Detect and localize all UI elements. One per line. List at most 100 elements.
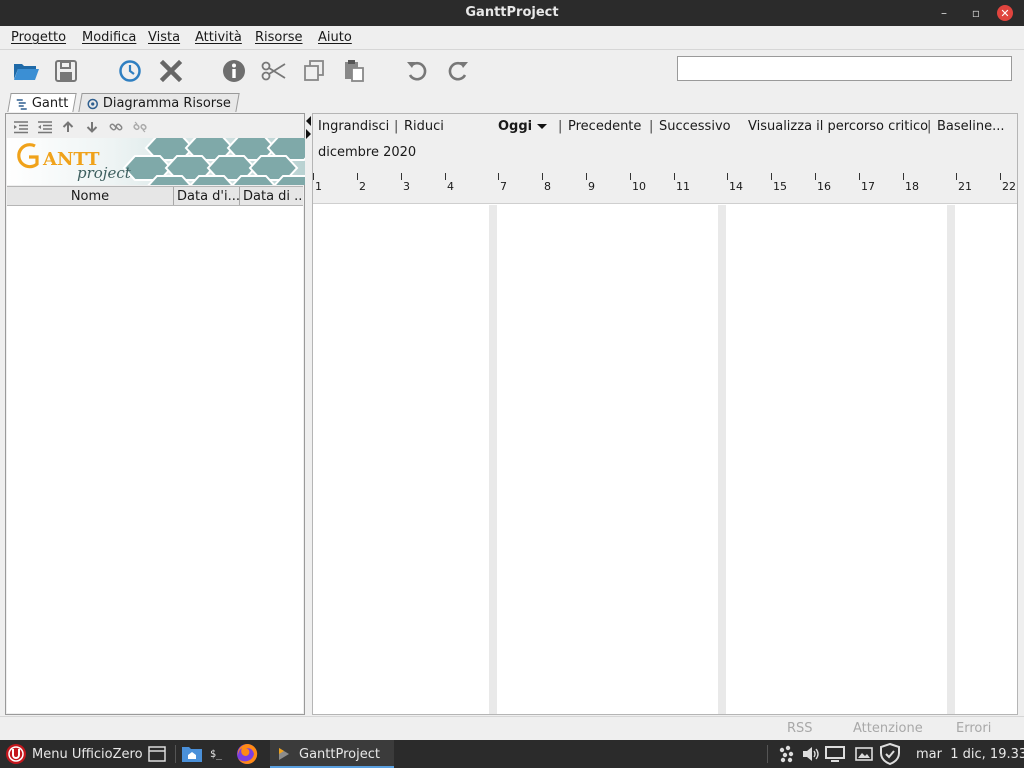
timeline-day-label: 10 xyxy=(632,180,646,193)
undo-icon[interactable] xyxy=(402,56,432,86)
next-button[interactable]: Successivo xyxy=(659,119,731,134)
delete-icon[interactable] xyxy=(156,56,186,86)
svg-text:project: project xyxy=(77,164,132,182)
task-toolbar xyxy=(6,114,304,138)
weekend-column xyxy=(718,205,726,714)
volume-icon[interactable] xyxy=(802,740,820,768)
timeline-day-label: 16 xyxy=(817,180,831,193)
ganttproject-logo: ANTT project xyxy=(7,138,305,185)
timeline-day-label: 1 xyxy=(315,180,322,193)
timeline-day-tick xyxy=(859,173,860,180)
indent-icon[interactable] xyxy=(36,118,54,136)
chart-toolbar: Ingrandisci | Riduci Oggi | Precedente |… xyxy=(313,114,1017,140)
search-input[interactable] xyxy=(677,56,1012,81)
timeline-day-label: 17 xyxy=(861,180,875,193)
resources-tab-icon xyxy=(87,98,99,109)
paste-icon[interactable] xyxy=(339,56,369,86)
restore-button[interactable]: ▫ xyxy=(966,3,986,23)
timeline-day-label: 8 xyxy=(544,180,551,193)
baseline-button[interactable]: Baseline... xyxy=(937,119,1005,134)
link-icon[interactable] xyxy=(107,118,125,136)
timeline-day-tick xyxy=(313,173,314,180)
timeline-day-label: 2 xyxy=(359,180,366,193)
toolbar-separator: | xyxy=(927,119,932,134)
weekend-column xyxy=(947,205,955,714)
info-icon[interactable] xyxy=(219,56,249,86)
redo-icon[interactable] xyxy=(443,56,473,86)
display-icon[interactable] xyxy=(825,740,845,768)
timeline-day-label: 14 xyxy=(729,180,743,193)
status-warnings[interactable]: Attenzione xyxy=(853,721,923,736)
timeline-day-tick xyxy=(727,173,728,180)
status-rss[interactable]: RSS xyxy=(787,721,813,736)
timeline-day-label: 7 xyxy=(500,180,507,193)
ufficiozero-logo-icon xyxy=(6,744,26,764)
menu-attivita[interactable]: Attività xyxy=(195,30,242,45)
gantt-chart-panel: Ingrandisci | Riduci Oggi | Precedente |… xyxy=(312,113,1018,715)
timeline-day-label: 3 xyxy=(403,180,410,193)
system-taskbar: Menu UfficioZero $_ GanttProject mar 1 d… xyxy=(0,740,1024,768)
column-nome[interactable]: Nome xyxy=(7,187,174,205)
save-icon[interactable] xyxy=(51,56,81,86)
zoom-in-button[interactable]: Ingrandisci xyxy=(318,119,389,134)
close-button[interactable]: ✕ xyxy=(995,3,1015,23)
timeline-day-tick xyxy=(771,173,772,180)
gantt-grid[interactable] xyxy=(313,205,1017,714)
weekend-column xyxy=(489,205,497,714)
timeline-day-tick xyxy=(1000,173,1001,180)
cut-icon[interactable] xyxy=(259,56,289,86)
clock-icon[interactable] xyxy=(115,56,145,86)
unlink-icon[interactable] xyxy=(131,118,149,136)
zoom-out-button[interactable]: Riduci xyxy=(404,119,444,134)
critical-path-button[interactable]: Visualizza il percorso critico xyxy=(748,119,928,134)
timeline-day-label: 21 xyxy=(958,180,972,193)
tab-diagramma-risorse[interactable]: Diagramma Risorse xyxy=(78,93,240,112)
previous-button[interactable]: Precedente xyxy=(568,119,641,134)
today-dropdown-icon[interactable] xyxy=(537,120,547,135)
collapse-left-icon[interactable] xyxy=(306,116,311,126)
timeline-day-tick xyxy=(401,173,402,180)
file-manager-icon[interactable] xyxy=(181,740,203,768)
minimize-button[interactable]: – xyxy=(934,3,954,23)
move-up-icon[interactable] xyxy=(59,118,77,136)
menu-risorse[interactable]: Risorse xyxy=(255,30,303,45)
move-down-icon[interactable] xyxy=(83,118,101,136)
terminal-icon[interactable]: $_ xyxy=(210,740,222,768)
ganttproject-app-icon xyxy=(276,740,292,768)
toolbar-separator: | xyxy=(649,119,654,134)
timeline-day-tick xyxy=(542,173,543,180)
timeline-day-tick xyxy=(674,173,675,180)
show-desktop-icon[interactable] xyxy=(148,740,166,768)
menu-aiuto[interactable]: Aiuto xyxy=(318,30,352,45)
toolbar-separator: | xyxy=(394,119,399,134)
network-icon[interactable] xyxy=(778,740,796,768)
menu-vista[interactable]: Vista xyxy=(148,30,180,45)
copy-icon[interactable] xyxy=(299,56,329,86)
taskbar-window-label: GanttProject xyxy=(299,746,380,762)
column-data-fine[interactable]: Data di ... xyxy=(240,187,303,205)
menu-progetto[interactable]: Progetto xyxy=(11,30,66,45)
tab-gantt-label: Gantt xyxy=(31,96,69,111)
task-list[interactable] xyxy=(7,206,303,713)
timeline-day-tick xyxy=(586,173,587,180)
start-menu[interactable]: Menu UfficioZero xyxy=(5,740,143,768)
timeline-day-row: 1 2 3 4 7 8 9 10 11 14 15 16 17 18 21 22 xyxy=(313,171,1017,204)
tab-gantt[interactable]: Gantt xyxy=(7,93,78,112)
screenshot-icon[interactable] xyxy=(855,740,873,768)
clock[interactable]: mar 1 dic, 19.33 xyxy=(916,740,1024,768)
menu-modifica[interactable]: Modifica xyxy=(82,30,136,45)
today-button[interactable]: Oggi xyxy=(498,119,532,134)
timeline-month-row: dicembre 2020 xyxy=(313,140,1017,171)
column-data-inizio[interactable]: Data d'i... xyxy=(174,187,240,205)
outdent-icon[interactable] xyxy=(12,118,30,136)
status-errors[interactable]: Errori xyxy=(956,721,991,736)
shield-icon[interactable] xyxy=(880,740,900,768)
firefox-icon[interactable] xyxy=(236,740,258,768)
panel-splitter[interactable] xyxy=(305,113,312,715)
start-menu-label: Menu UfficioZero xyxy=(32,746,143,762)
close-icon: ✕ xyxy=(997,5,1013,21)
timeline-day-label: 22 xyxy=(1002,180,1016,193)
timeline-day-tick xyxy=(630,173,631,180)
open-folder-icon[interactable] xyxy=(11,56,41,86)
expand-right-icon[interactable] xyxy=(306,129,311,139)
